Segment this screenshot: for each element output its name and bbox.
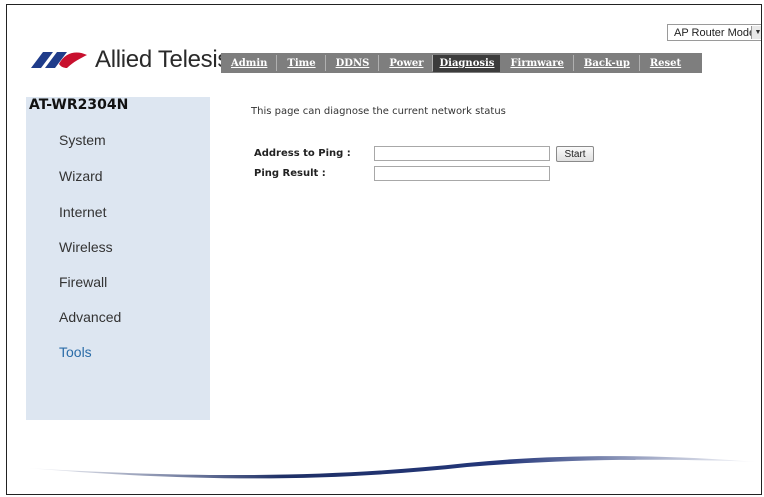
decorative-swoosh (27, 456, 757, 479)
chevron-down-icon[interactable]: ▼ (751, 26, 761, 39)
sidebar (26, 97, 210, 420)
logo: Allied Telesis (31, 45, 229, 75)
sidebar-item-system[interactable]: System (59, 132, 106, 148)
mode-select[interactable]: AP Router Mode ▼ (667, 24, 761, 41)
sidebar-item-firewall[interactable]: Firewall (59, 274, 107, 290)
tab-firmware[interactable]: Firmware (500, 54, 575, 71)
tab-reset[interactable]: Reset (640, 58, 691, 69)
ping-result-field (374, 166, 550, 181)
model-name: AT-WR2304N (29, 97, 129, 113)
page-description: This page can diagnose the current netwo… (251, 106, 506, 117)
sidebar-item-advanced[interactable]: Advanced (59, 309, 121, 325)
page-frame: AP Router Mode ▼ Allied Telesis Admin Ti… (6, 4, 762, 495)
sidebar-item-internet[interactable]: Internet (59, 204, 106, 220)
tab-ddns[interactable]: DDNS (326, 54, 380, 71)
sidebar-item-wizard[interactable]: Wizard (59, 168, 103, 184)
sidebar-item-tools[interactable]: Tools (59, 344, 92, 360)
tab-diagnosis[interactable]: Diagnosis (433, 54, 501, 72)
tab-time[interactable]: Time (277, 54, 326, 71)
brand-name: Allied Telesis (95, 46, 230, 73)
tab-admin[interactable]: Admin (221, 54, 278, 71)
start-button[interactable]: Start (556, 146, 594, 162)
tab-power[interactable]: Power (379, 54, 434, 71)
top-nav: Admin Time DDNS Power Diagnosis Firmware… (221, 53, 702, 73)
address-to-ping-label: Address to Ping : (254, 148, 351, 159)
sidebar-item-wireless[interactable]: Wireless (59, 239, 113, 255)
address-to-ping-input[interactable] (374, 146, 550, 161)
tab-back-up[interactable]: Back-up (574, 54, 640, 71)
ping-result-label: Ping Result : (254, 168, 326, 179)
mode-select-value: AP Router Mode (674, 26, 756, 39)
allied-telesis-logo-icon (31, 52, 87, 68)
